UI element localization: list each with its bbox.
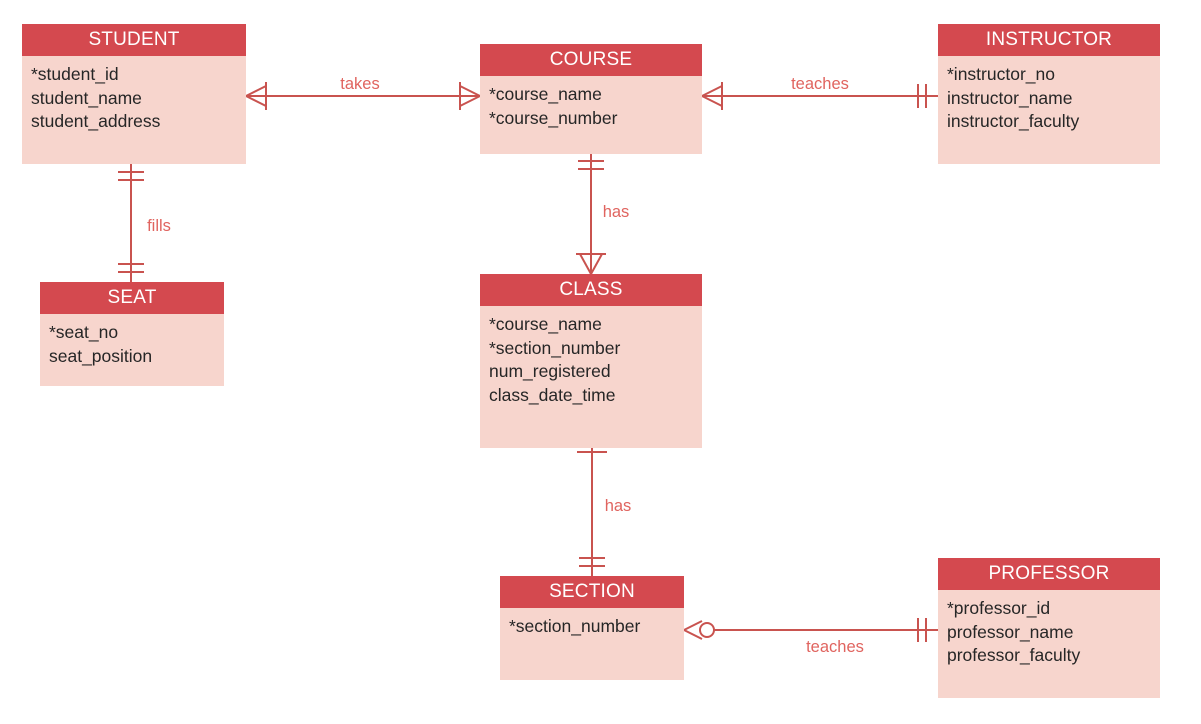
attribute: *section_number [489,337,621,358]
entity-instructor[interactable]: INSTRUCTOR *instructor_no instructor_nam… [938,24,1160,164]
relationship-label-has-class: has [602,203,630,221]
relationship-label-teaches-instructor: teaches [791,75,849,93]
connector-student-fills-seat [118,164,144,282]
entity-professor[interactable]: PROFESSOR *professor_id professor_name p… [938,558,1160,698]
entity-seat[interactable]: SEAT *seat_no seat_position [40,282,224,386]
attribute: instructor_faculty [947,111,1080,131]
attribute: seat_position [49,345,153,366]
entity-section-title: SECTION [500,576,684,608]
attribute: instructor_name [947,87,1073,108]
entity-professor-attributes: *professor_id professor_name professor_f… [938,590,1160,676]
attribute: num_registered [489,361,611,381]
entity-professor-title: PROFESSOR [938,558,1160,590]
entity-section-attributes: *section_number [500,608,684,647]
entity-student-attributes: *student_id student_name student_address [22,56,246,142]
attribute: class_date_time [489,384,616,405]
attribute: *student_id [31,64,119,84]
attribute: professor_faculty [947,645,1081,665]
entity-seat-title: SEAT [40,282,224,314]
relationship-label-teaches-professor: teaches [806,638,864,656]
attribute: student_name [31,87,142,108]
entity-class-attributes: *course_name *section_number num_registe… [480,306,702,415]
attribute: *course_name [489,84,602,104]
attribute: *section_number [509,616,641,636]
relationship-label-takes: takes [340,75,380,93]
attribute: *seat_no [49,322,119,342]
attribute: *instructor_no [947,64,1055,84]
attribute: *professor_id [947,598,1051,618]
entity-section[interactable]: SECTION *section_number [500,576,684,680]
attribute: professor_name [947,621,1074,642]
entity-seat-attributes: *seat_no seat_position [40,314,224,376]
entity-class-title: CLASS [480,274,702,306]
entity-instructor-attributes: *instructor_no instructor_name instructo… [938,56,1160,142]
entity-instructor-title: INSTRUCTOR [938,24,1160,56]
attribute: *course_number [489,107,618,128]
attribute: *course_name [489,314,602,334]
connector-course-has-class [576,154,606,275]
entity-course-title: COURSE [480,44,702,76]
relationship-label-has-section: has [604,497,632,515]
connector-class-has-section [577,427,607,576]
entity-course[interactable]: COURSE *course_name *course_number [480,44,702,154]
relationship-label-fills: fills [147,217,171,235]
entity-student[interactable]: STUDENT *student_id student_name student… [22,24,246,164]
er-diagram-canvas: STUDENT *student_id student_name student… [0,0,1201,724]
entity-student-title: STUDENT [22,24,246,56]
attribute: student_address [31,111,161,131]
entity-class[interactable]: CLASS *course_name *section_number num_r… [480,274,702,448]
entity-course-attributes: *course_name *course_number [480,76,702,138]
